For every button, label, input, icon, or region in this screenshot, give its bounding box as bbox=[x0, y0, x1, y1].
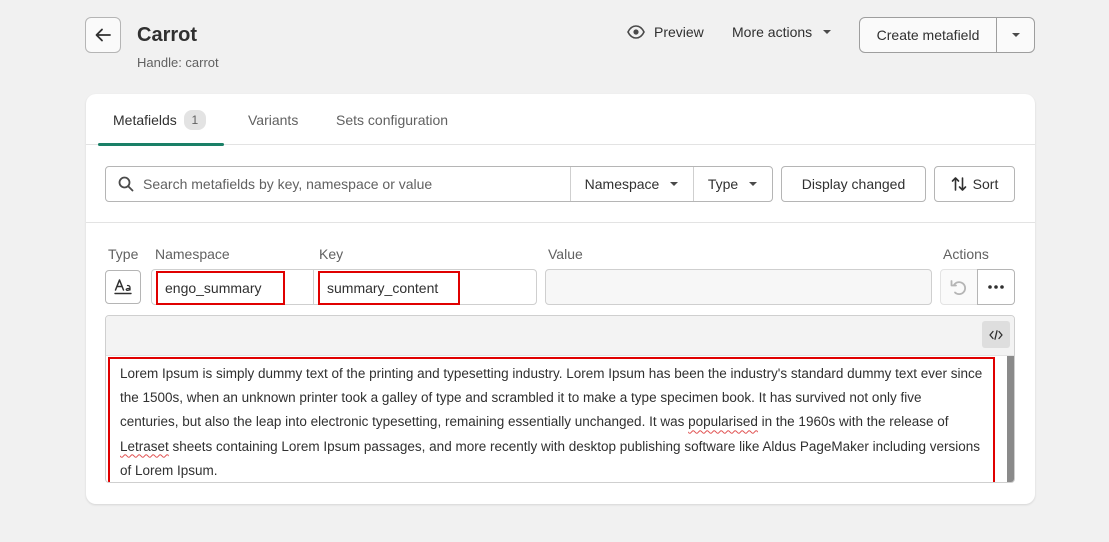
chevron-down-icon bbox=[823, 30, 832, 34]
namespace-filter-label: Namespace bbox=[584, 176, 660, 192]
editor-content[interactable]: Lorem Ipsum is simply dummy text of the … bbox=[108, 357, 995, 482]
page-title: Carrot bbox=[137, 24, 198, 46]
page-subtitle: Handle: carrot bbox=[137, 55, 219, 70]
editor-text-part: sheets containing Lorem Ipsum passages, … bbox=[120, 438, 980, 478]
value-editor: Lorem Ipsum is simply dummy text of the … bbox=[105, 315, 1015, 483]
sort-button[interactable]: Sort bbox=[934, 166, 1015, 202]
preview-label: Preview bbox=[654, 24, 704, 40]
show-html-button[interactable] bbox=[982, 321, 1010, 348]
tab-metafields[interactable]: Metafields 1 bbox=[98, 94, 224, 146]
metafields-card: Metafields 1 Variants Sets configuration… bbox=[86, 94, 1035, 504]
create-metafield-group: Create metafield bbox=[859, 17, 1035, 53]
column-header-key: Key bbox=[319, 246, 344, 262]
search-field[interactable] bbox=[106, 167, 571, 201]
tab-variants[interactable]: Variants bbox=[248, 94, 298, 145]
editor-scrollbar-thumb[interactable] bbox=[1007, 356, 1014, 482]
type-filter-label: Type bbox=[707, 176, 739, 192]
editor-scrollbar[interactable] bbox=[1007, 356, 1014, 482]
chevron-down-icon bbox=[749, 182, 758, 186]
key-value[interactable]: summary_content bbox=[318, 271, 460, 305]
filter-bar: Namespace Type Display changed Sort bbox=[86, 145, 1035, 223]
eye-icon bbox=[627, 25, 645, 39]
type-filter[interactable]: Type bbox=[694, 167, 772, 201]
search-icon bbox=[118, 176, 134, 192]
tab-sets-configuration[interactable]: Sets configuration bbox=[336, 94, 448, 145]
namespace-value[interactable]: engo_summary bbox=[156, 271, 285, 305]
column-header-actions: Actions bbox=[943, 246, 989, 262]
type-selector-button[interactable] bbox=[105, 270, 141, 304]
undo-icon bbox=[950, 280, 967, 296]
create-options-button[interactable] bbox=[997, 18, 1034, 52]
back-button[interactable] bbox=[85, 17, 121, 53]
preview-button[interactable]: Preview bbox=[627, 24, 704, 40]
text-type-icon bbox=[114, 279, 132, 295]
display-changed-button[interactable]: Display changed bbox=[781, 166, 926, 202]
arrow-left-icon bbox=[95, 28, 111, 42]
code-icon bbox=[989, 329, 1003, 340]
more-actions-label: More actions bbox=[732, 24, 813, 40]
search-input[interactable] bbox=[143, 176, 563, 192]
revert-button[interactable] bbox=[940, 269, 978, 305]
sort-icon bbox=[951, 177, 966, 191]
column-header-value: Value bbox=[548, 246, 583, 262]
row-more-actions-button[interactable] bbox=[977, 269, 1015, 305]
create-metafield-button[interactable]: Create metafield bbox=[860, 18, 997, 52]
sort-label: Sort bbox=[972, 176, 999, 192]
editor-text-part: in the 1960s with the release of bbox=[757, 414, 949, 430]
column-header-namespace: Namespace bbox=[155, 246, 230, 262]
misspelled-word: Letraset bbox=[120, 438, 169, 454]
namespace-filter[interactable]: Namespace bbox=[571, 167, 694, 201]
tab-bar: Metafields 1 Variants Sets configuration bbox=[86, 94, 1035, 146]
tab-count-badge: 1 bbox=[183, 109, 206, 130]
editor-toolbar bbox=[106, 316, 1014, 356]
more-actions-button[interactable]: More actions bbox=[732, 24, 832, 40]
value-input[interactable] bbox=[545, 269, 932, 305]
chevron-down-icon bbox=[1011, 33, 1020, 37]
chevron-down-icon bbox=[670, 182, 679, 186]
column-header-type: Type bbox=[108, 246, 139, 262]
tab-label: Metafields bbox=[113, 111, 177, 128]
ellipsis-icon bbox=[988, 285, 1004, 289]
misspelled-word: popularised bbox=[688, 414, 758, 430]
search-group: Namespace Type bbox=[105, 166, 773, 202]
